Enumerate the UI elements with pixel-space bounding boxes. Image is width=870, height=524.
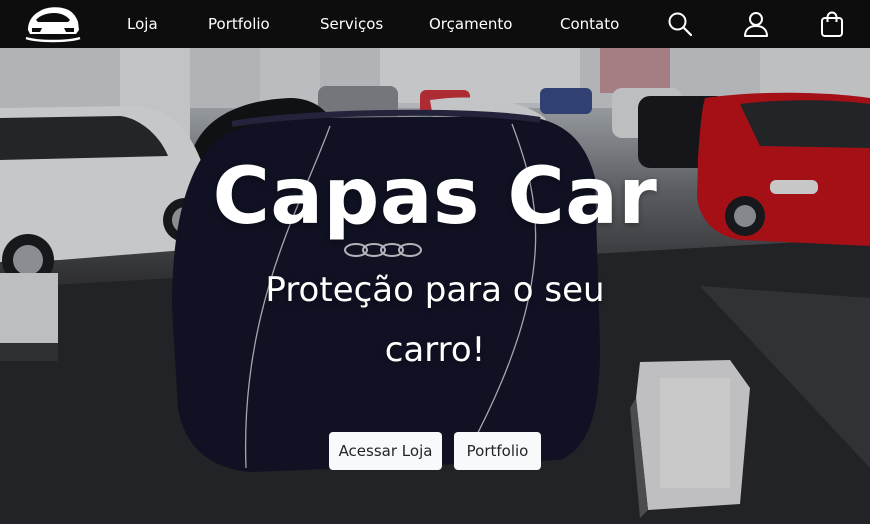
car-logo[interactable]: [24, 2, 82, 46]
nav-item-contato[interactable]: Contato: [560, 15, 619, 33]
nav-item-portfolio[interactable]: Portfolio: [208, 15, 270, 33]
user-icon[interactable]: [742, 10, 770, 38]
shopping-bag-icon[interactable]: [818, 10, 846, 38]
portfolio-button[interactable]: Portfolio: [454, 432, 541, 470]
nav-item-loja[interactable]: Loja: [127, 15, 158, 33]
acessar-loja-button[interactable]: Acessar Loja: [329, 432, 442, 470]
nav-item-servicos[interactable]: Serviços: [320, 15, 383, 33]
hero-title: Capas Car: [212, 152, 658, 242]
hero-subtitle: Proteção para o seu carro!: [265, 270, 605, 370]
hero-section: Capas Car Proteção para o seu carro! Ace…: [0, 48, 870, 524]
search-icon[interactable]: [666, 10, 694, 38]
navbar: Loja Portfolio Serviços Orçamento Contat…: [0, 0, 870, 48]
nav-item-orcamento[interactable]: Orçamento: [429, 15, 513, 33]
